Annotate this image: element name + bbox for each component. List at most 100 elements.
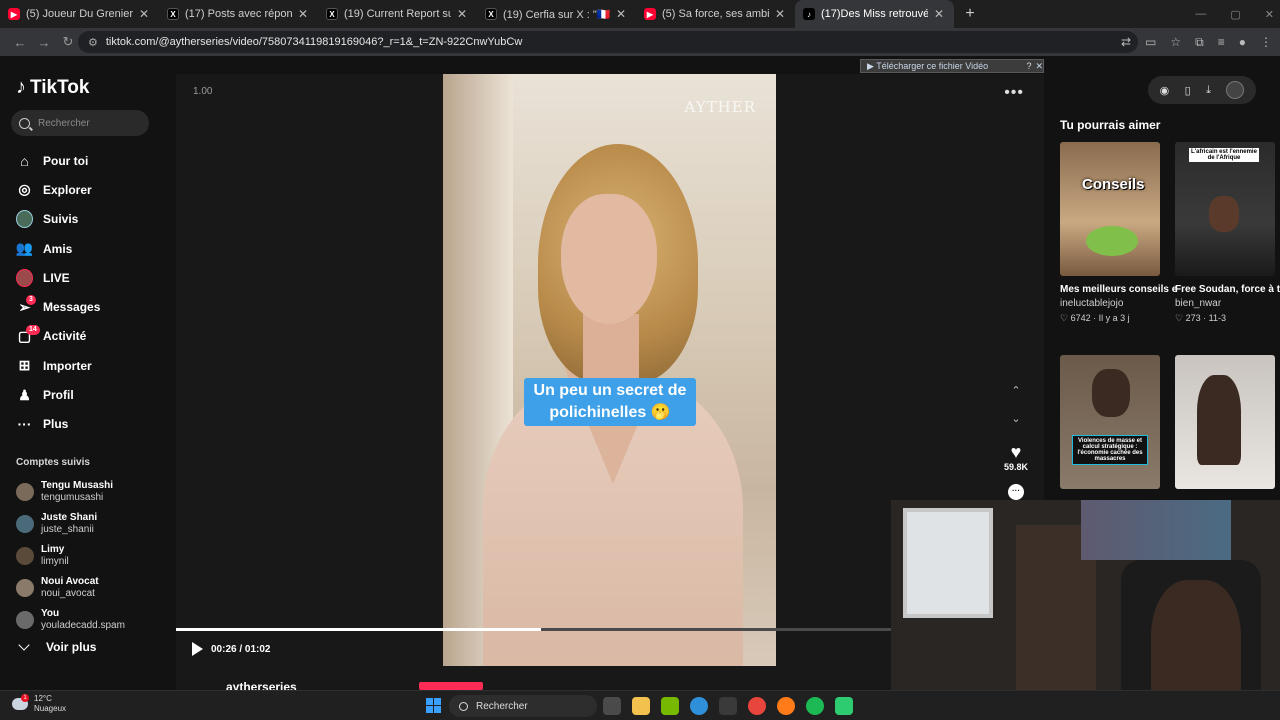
next-video-icon[interactable]: ⌄: [1008, 412, 1024, 425]
following-avatar-icon: [16, 210, 33, 229]
see-more-label: Voir plus: [46, 640, 97, 654]
webcam-window-scene: [903, 508, 993, 618]
minimize-icon[interactable]: —: [1195, 8, 1206, 20]
file-explorer-icon[interactable]: [632, 697, 650, 715]
video-frame[interactable]: AYTHER Un peu un secret de polichinelles…: [443, 74, 776, 666]
close-window-icon[interactable]: ✕: [1265, 8, 1274, 21]
thumbnail-text: Conseils: [1082, 176, 1145, 193]
account-handle: noui_avocat: [41, 588, 95, 599]
browser-tab[interactable]: ▶ (5) Joueur Du Grenier - YouTube ✕: [0, 0, 159, 28]
close-tab-icon[interactable]: ✕: [614, 7, 628, 21]
nav-item-explorer[interactable]: ◎ Explorer: [16, 175, 166, 204]
browser-tab-active[interactable]: ♪ (17)Des Miss retrouvées au ✕: [795, 0, 954, 28]
maximize-icon[interactable]: ▢: [1230, 8, 1240, 21]
profile-icon[interactable]: ●: [1239, 35, 1246, 49]
download-video-bar[interactable]: ▶ Télécharger ce fichier Vidéo ? ✕: [860, 59, 1044, 73]
help-icon[interactable]: ?: [1026, 61, 1031, 71]
following-account[interactable]: Tengu Musashi tengumusashi: [16, 476, 166, 508]
url-field[interactable]: ⚙ tiktok.com/@aytherseries/video/7580734…: [78, 31, 1138, 53]
nav-item-pour-toi[interactable]: ⌂ Pour toi: [16, 146, 166, 175]
spotify-icon[interactable]: [806, 697, 824, 715]
nav-item-profil[interactable]: ♟ Profil: [16, 380, 166, 409]
close-icon[interactable]: ✕: [1035, 61, 1043, 72]
browser-tab[interactable]: X (19) Cerfia sur X : "🇫🇷🎆 Voici le ✕: [477, 0, 636, 28]
close-tab-icon[interactable]: ✕: [932, 7, 946, 21]
play-icon[interactable]: [192, 642, 203, 656]
nav-item-live[interactable]: LIVE: [16, 263, 166, 292]
follow-button[interactable]: [419, 682, 483, 690]
browser-tab[interactable]: ▶ (5) Sa force, ses ambitions : sa ✕: [636, 0, 795, 28]
translate-icon[interactable]: ⇄: [1121, 35, 1131, 49]
nav-item-importer[interactable]: ⊞ Importer: [16, 351, 166, 380]
suggestion-card-info[interactable]: Mes meilleurs conseils en perte d... ine…: [1060, 282, 1176, 325]
device-icon[interactable]: ▯: [1185, 84, 1191, 97]
nav-item-amis[interactable]: 👥 Amis: [16, 234, 166, 263]
following-account[interactable]: Noui Avocat noui_avocat: [16, 572, 166, 604]
media-icon[interactable]: ≡: [1218, 35, 1225, 49]
taskbar-search[interactable]: Rechercher: [449, 695, 597, 717]
close-tab-icon[interactable]: ✕: [137, 7, 151, 21]
new-tab-button[interactable]: +: [958, 5, 982, 23]
browser-tab[interactable]: X (17) Posts avec réponses de Ra ✕: [159, 0, 318, 28]
video-watermark: AYTHER: [684, 98, 756, 116]
chrome-icon[interactable]: [748, 697, 766, 715]
tiktok-logo[interactable]: ♪ TikTok: [16, 76, 89, 99]
firefox-icon[interactable]: [777, 697, 795, 715]
nvidia-icon[interactable]: [661, 697, 679, 715]
playback-speed[interactable]: 1.00: [193, 86, 212, 97]
close-tab-icon[interactable]: ✕: [455, 7, 469, 21]
weather-desc: Nuageux: [34, 704, 67, 713]
suggestion-thumbnail[interactable]: [1175, 355, 1275, 489]
back-icon[interactable]: ←: [8, 35, 32, 50]
forward-icon[interactable]: →: [32, 35, 56, 50]
cloud-icon: 1: [12, 694, 29, 710]
browser-tab[interactable]: X (19) Current Report sur X : "BRE ✕: [318, 0, 477, 28]
nav-label: Messages: [43, 300, 101, 315]
account-name: Tengu Musashi: [41, 480, 114, 491]
start-button[interactable]: [426, 698, 441, 713]
comment-icon[interactable]: ···: [1008, 484, 1024, 500]
suggestion-thumbnail[interactable]: Conseils: [1060, 142, 1160, 276]
bookmark-star-icon[interactable]: ☆: [1170, 35, 1181, 49]
see-more-button[interactable]: Voir plus: [16, 639, 97, 654]
close-tab-icon[interactable]: ✕: [773, 7, 787, 21]
following-account[interactable]: You youladecadd.spam: [16, 604, 166, 636]
suggestion-thumbnail[interactable]: L'africain est l'ennemie de l'Afrique: [1175, 142, 1275, 276]
search-input[interactable]: Rechercher: [11, 110, 149, 136]
nav-label: Explorer: [43, 182, 92, 197]
nav-item-plus[interactable]: ··· Plus: [16, 410, 166, 439]
search-icon: [19, 117, 30, 129]
menu-icon[interactable]: ⋮: [1260, 35, 1272, 49]
tab-title: (17)Des Miss retrouvées au: [821, 8, 928, 20]
avatar[interactable]: [1226, 81, 1245, 99]
cast-icon[interactable]: ▭: [1145, 35, 1156, 49]
following-account[interactable]: Juste Shani juste_shanii: [16, 508, 166, 540]
home-icon: ⌂: [20, 152, 29, 169]
app-icon[interactable]: [835, 697, 853, 715]
like-button[interactable]: ♥ 59.8K: [1002, 442, 1030, 472]
following-account[interactable]: Limy limynil: [16, 540, 166, 572]
chevron-down-icon: [18, 639, 30, 651]
nav-item-messages[interactable]: ➢ 3 Messages: [16, 292, 166, 321]
youtube-icon: ▶: [644, 8, 656, 20]
site-info-icon[interactable]: ⚙: [88, 36, 98, 49]
store-icon[interactable]: [719, 697, 737, 715]
previous-video-icon[interactable]: ⌃: [1008, 384, 1024, 397]
webcam-poster: [1081, 500, 1231, 560]
close-tab-icon[interactable]: ✕: [296, 7, 310, 21]
nav-item-suivis[interactable]: Suivis: [16, 205, 166, 234]
task-view-icon[interactable]: [603, 697, 621, 715]
suggestion-title: Mes meilleurs conseils en perte d...: [1060, 284, 1176, 295]
nav-item-activite[interactable]: ▢ 14 Activité: [16, 322, 166, 351]
extensions-icon[interactable]: ⧉: [1195, 35, 1204, 50]
window-controls: — ▢ ✕: [1195, 0, 1274, 28]
coin-icon[interactable]: ◉: [1160, 84, 1170, 97]
x-icon: X: [167, 8, 179, 20]
suggestion-thumbnail[interactable]: Violences de masse et calcul stratégique…: [1060, 355, 1160, 489]
reload-icon[interactable]: ↻: [56, 34, 80, 50]
download-icon[interactable]: ⤓: [1206, 84, 1211, 97]
suggestion-card-info[interactable]: Free Soudan, force à toutes les personn.…: [1175, 282, 1280, 325]
weather-widget[interactable]: 1 12°C Nuageux: [12, 694, 66, 714]
more-options-icon[interactable]: •••: [1004, 84, 1024, 102]
edge-icon[interactable]: [690, 697, 708, 715]
